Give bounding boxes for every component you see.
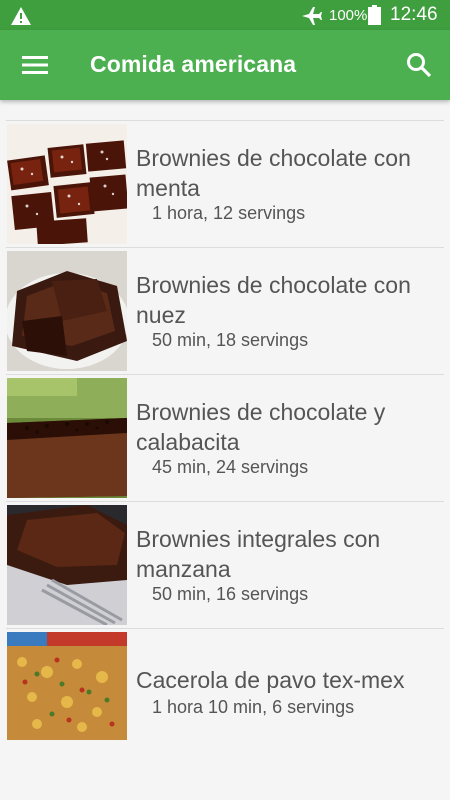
airplane-mode-icon <box>302 7 322 25</box>
status-bar: 100% 12:46 <box>0 0 450 30</box>
recipe-row[interactable]: Brownies de chocolate con menta 1 hora, … <box>6 120 444 247</box>
search-icon[interactable] <box>406 52 432 78</box>
recipe-image <box>7 251 127 371</box>
app-bar: Comida americana <box>0 30 450 100</box>
recipe-row[interactable]: Brownies integrales con manzana 50 min, … <box>6 501 444 628</box>
recipe-image <box>7 378 127 498</box>
menu-icon[interactable] <box>22 53 48 77</box>
recipe-meta: 45 min, 24 servings <box>152 457 309 477</box>
recipe-row[interactable]: Brownies de chocolate y calabacita 45 mi… <box>6 374 444 501</box>
recipe-meta: 1 hora, 12 servings <box>152 203 306 223</box>
recipe-image <box>7 632 127 740</box>
recipe-meta: 1 hora 10 min, 6 servings <box>152 697 355 717</box>
recipe-title: Brownies integrales con manzana <box>136 526 381 582</box>
app-title: Comida americana <box>90 51 297 77</box>
battery-icon <box>368 5 381 25</box>
recipe-title: Brownies de chocolate con nuez <box>136 272 411 328</box>
recipe-image <box>7 124 127 244</box>
battery-percent: 100% <box>329 7 368 24</box>
recipe-title: Brownies de chocolate con menta <box>136 145 411 201</box>
recipe-meta: 50 min, 16 servings <box>152 584 309 604</box>
recipe-list: Brownies de chocolate con menta 1 hora, … <box>0 120 450 755</box>
recipe-meta: 50 min, 18 servings <box>152 330 309 350</box>
recipe-title: Cacerola de pavo tex-mex <box>136 667 405 693</box>
clock: 12:46 <box>390 4 438 25</box>
recipe-row[interactable]: Cacerola de pavo tex-mex 1 hora 10 min, … <box>6 628 444 755</box>
warning-icon <box>11 7 31 25</box>
recipe-row[interactable]: Brownies de chocolate con nuez 50 min, 1… <box>6 247 444 374</box>
recipe-title: Brownies de chocolate y calabacita <box>136 399 386 455</box>
recipe-image <box>7 505 127 625</box>
